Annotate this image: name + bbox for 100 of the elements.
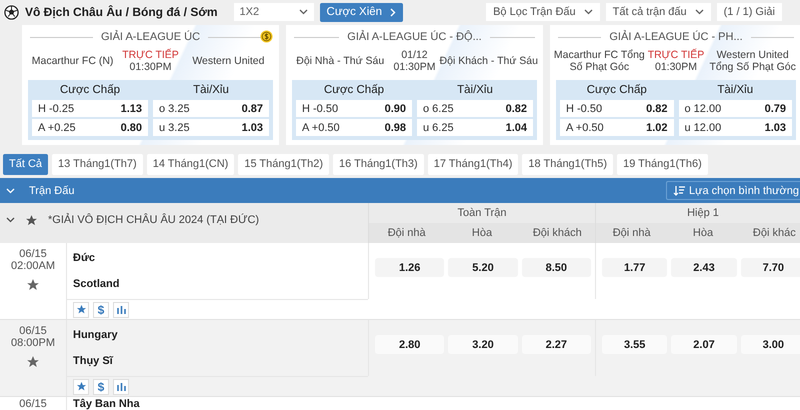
- league-name: *GIẢI VÔ ĐỊCH CHÂU ÂU 2024 (TẠI ĐỨC): [48, 214, 260, 226]
- column-header: Hòa: [444, 223, 520, 243]
- odds-button[interactable]: A +0.50 0.98: [296, 119, 412, 136]
- odds-button[interactable]: H -0.50 0.90: [296, 100, 412, 117]
- league-title: GIẢI A-LEAGUE ÚC - ĐỘ...: [347, 31, 482, 43]
- section-title: Trận Đấu: [29, 184, 74, 196]
- filter-dropdown[interactable]: Tất cả trận đấu: [606, 3, 711, 21]
- team-name: Scotland: [73, 278, 120, 290]
- stats-button[interactable]: [113, 302, 129, 318]
- market-title: Tài/Xỉu: [716, 83, 754, 98]
- favorite-button[interactable]: [73, 378, 89, 394]
- odds-button[interactable]: 2.80: [375, 335, 444, 354]
- stats-button[interactable]: [113, 378, 129, 394]
- odds-button[interactable]: 3.55: [602, 335, 668, 354]
- star-icon: [76, 381, 86, 392]
- odds-button[interactable]: 1.77: [602, 258, 668, 277]
- league-count[interactable]: (1 / 1) Giải: [716, 3, 782, 21]
- chevron-down-icon: [6, 217, 15, 223]
- date-tab[interactable]: 13 Tháng1(Th7): [52, 154, 143, 174]
- chevron-right-icon: [390, 8, 396, 16]
- odds-button[interactable]: A +0.50 1.02: [560, 119, 674, 136]
- team-name: Thụy Sĩ: [73, 355, 114, 367]
- match-card[interactable]: GIẢI A-LEAGUE ÚC - PH... Macarthur FC Tổng Số Phạt Góc TRỰC TIẾP 01:30PM Western United Tổng Số Phạt Góc Cược Chấp Tài/Xỉu H -0.50 0.82 o 12.00 0.79 A +0.50 1.02 u 12.00 1.03: [550, 25, 800, 145]
- sort-icon: [672, 186, 685, 196]
- home-team: Macarthur FC Tổng Số Phạt Góc: [553, 49, 646, 73]
- column-group-title: Toàn Trận: [456, 206, 508, 221]
- league-title: GIẢI A-LEAGUE ÚC - PH...: [609, 31, 743, 43]
- odds-button[interactable]: o 3.25 0.87: [153, 100, 269, 117]
- column-header: Đội khác: [738, 223, 800, 243]
- match-date: 06/15: [19, 325, 47, 337]
- match-time: 01:30PM: [129, 61, 172, 73]
- market-title: Tài/Xỉu: [456, 83, 494, 98]
- favorite-star-icon[interactable]: [26, 355, 40, 369]
- date-tab[interactable]: 18 Tháng1(Th5): [522, 154, 614, 174]
- away-team: Đội Khách - Thứ Sáu: [438, 55, 539, 67]
- odds-button[interactable]: 3.00: [740, 335, 800, 354]
- odds-button[interactable]: A +0.25 0.80: [32, 119, 148, 136]
- odds-button[interactable]: 7.70: [740, 258, 800, 277]
- date-tab[interactable]: 19 Tháng1(Th6): [617, 154, 708, 174]
- odds-button[interactable]: 2.07: [671, 335, 737, 354]
- market-title: Cược Chấp: [59, 83, 121, 98]
- odds-button[interactable]: H -0.25 1.13: [32, 100, 148, 117]
- match-time: 01:30PM: [654, 61, 698, 73]
- team-name: Đức: [73, 252, 96, 264]
- odds-button[interactable]: o 12.00 0.79: [678, 100, 792, 117]
- market-title: Cược Chấp: [323, 83, 385, 98]
- away-team: Western United Tổng Số Phạt Góc: [708, 49, 797, 73]
- date-tab[interactable]: 16 Tháng1(Th3): [333, 154, 424, 174]
- match-time: 08:00PM: [10, 337, 56, 349]
- team-name: Hungary: [73, 329, 119, 341]
- star-icon: [25, 214, 38, 226]
- market-title: Tài/Xỉu: [192, 83, 230, 98]
- breadcrumb-title: Vô Địch Châu Âu / Bóng đá / Sớm: [25, 5, 218, 19]
- view-button[interactable]: Lựa chọn bình thường: [666, 181, 800, 200]
- odds-button[interactable]: 2.43: [671, 258, 737, 277]
- chevron-down-icon: [694, 9, 704, 15]
- odds-button[interactable]: 1.26: [375, 258, 444, 277]
- away-team: Western United: [191, 55, 266, 67]
- favorite-star-icon[interactable]: [26, 278, 40, 292]
- date-tab[interactable]: 15 Tháng1(Th2): [238, 154, 330, 174]
- odds-button[interactable]: H -0.50 0.82: [560, 100, 674, 117]
- home-team: Đội Nhà - Thứ Sáu: [295, 55, 386, 67]
- chevron-down-icon: [584, 9, 593, 15]
- favorite-button[interactable]: [73, 302, 89, 318]
- chevron-down-icon: [6, 188, 15, 194]
- odds-button[interactable]: 8.50: [522, 258, 591, 277]
- odds-button[interactable]: u 6.25 1.04: [417, 119, 533, 136]
- odds-button[interactable]: u 3.25 1.03: [153, 119, 269, 136]
- odds-button[interactable]: 2.27: [522, 335, 591, 354]
- date-tab[interactable]: Tất Cả: [3, 154, 48, 174]
- column-header: Đội khách: [520, 223, 595, 243]
- bar-chart-icon: [116, 305, 126, 314]
- league-header[interactable]: *GIẢI VÔ ĐỊCH CHÂU ÂU 2024 (TẠI ĐỨC): [0, 203, 368, 237]
- column-header: Hòa: [667, 223, 739, 243]
- parlay-button[interactable]: Cược Xiên: [320, 2, 404, 22]
- market-dropdown[interactable]: 1X2: [234, 3, 314, 21]
- chevron-down-icon: [298, 9, 308, 15]
- match-time: 02:00AM: [10, 260, 56, 272]
- market-title: Cược Chấp: [586, 83, 648, 98]
- league-title: GIẢI A-LEAGUE ÚC: [100, 31, 200, 43]
- bar-chart-icon: [116, 382, 126, 391]
- money-button[interactable]: $: [93, 302, 109, 318]
- column-header: Đội nhà: [596, 223, 668, 243]
- match-date: 06/15: [19, 398, 47, 410]
- match-status: TRỰC TIẾP: [648, 49, 704, 61]
- date-tab[interactable]: 17 Tháng1(Th4): [428, 154, 518, 174]
- match-status: TRỰC TIẾP: [122, 49, 179, 61]
- match-time: 01:30PM: [393, 61, 436, 73]
- odds-button[interactable]: 3.20: [448, 335, 518, 354]
- odds-button[interactable]: 5.20: [448, 258, 518, 277]
- filter-dropdown[interactable]: Bộ Lọc Trận Đấu: [486, 3, 600, 21]
- team-name: Tây Ban Nha: [73, 398, 141, 410]
- home-team: Macarthur FC (N): [30, 55, 114, 67]
- odds-button[interactable]: u 12.00 1.03: [678, 119, 792, 136]
- star-icon: [76, 304, 86, 315]
- money-button[interactable]: $: [93, 378, 109, 394]
- soccer-ball-icon: [4, 4, 19, 20]
- match-date: 06/15: [19, 248, 47, 260]
- odds-button[interactable]: o 6.25 0.82: [417, 100, 533, 117]
- date-tab[interactable]: 14 Tháng1(CN): [146, 154, 234, 174]
